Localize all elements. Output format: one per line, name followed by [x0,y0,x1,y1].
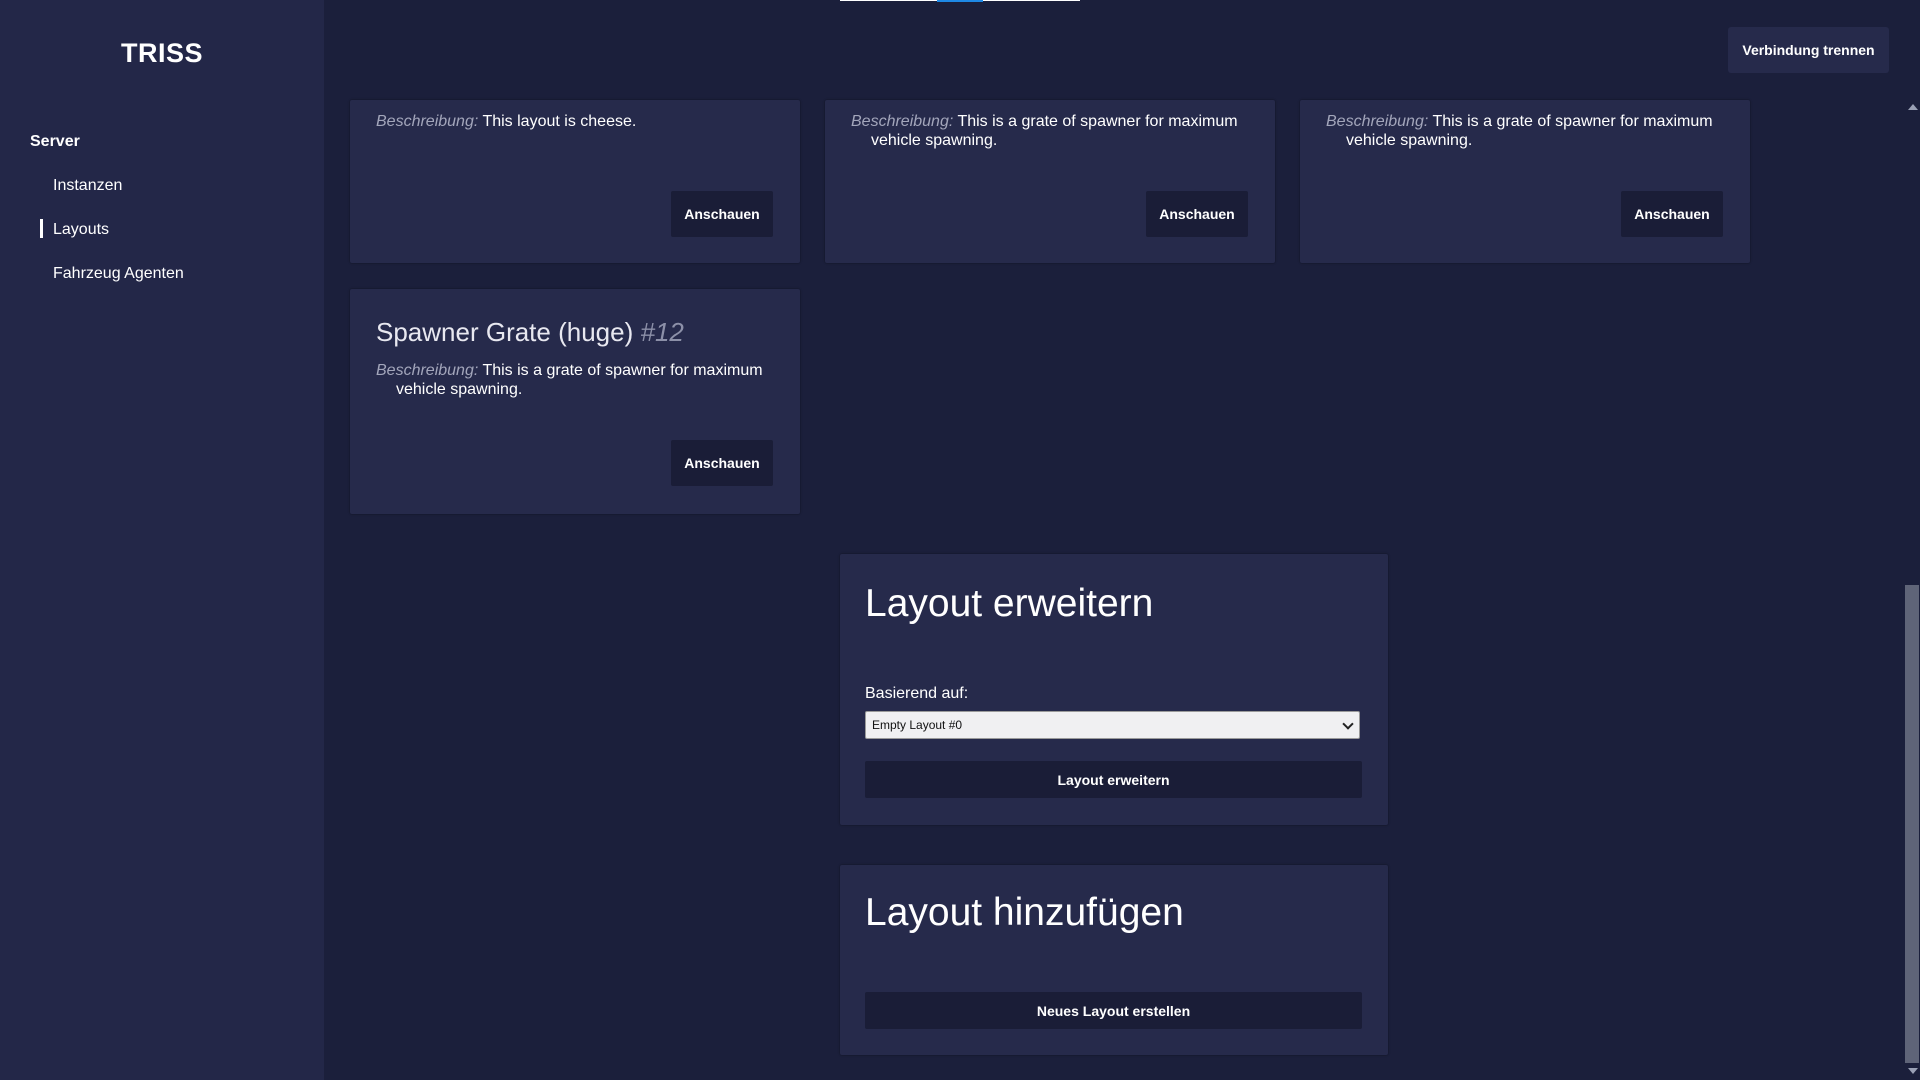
description-label: Beschreibung: [1326,113,1429,130]
panel-title: Layout erweitern [865,582,1154,625]
layout-card: Beschreibung: This is a grate of spawner… [1300,100,1750,263]
description-text: This is a grate of spawner for maximum [482,362,763,379]
sidebar-item-layouts[interactable]: Layouts [39,219,109,239]
chevron-down-icon [1342,718,1354,730]
add-layout-panel: Layout hinzufügen Neues Layout erstellen [840,865,1388,1055]
description-label: Beschreibung: [851,113,954,130]
card-title: Spawner Grate (huge) #12 [376,317,684,348]
sidebar-heading-server: Server [30,133,80,150]
scroll-up-icon[interactable] [1908,104,1918,110]
description-text: This is a grate of spawner for maximum [1432,113,1713,130]
scroll-down-icon[interactable] [1908,1068,1918,1074]
view-button[interactable]: Anschauen [1621,191,1723,237]
extend-layout-panel: Layout erweitern Basierend auf: Empty La… [840,554,1388,825]
sidebar-item-fahrzeug-agenten[interactable]: Fahrzeug Agenten [53,265,184,283]
base-layout-select[interactable]: Empty Layout #0 [865,711,1360,739]
create-layout-button[interactable]: Neues Layout erstellen [865,992,1362,1029]
view-button[interactable]: Anschauen [1146,191,1248,237]
description-text-continued: vehicle spawning. [1346,132,1473,149]
panel-title: Layout hinzufügen [865,891,1184,934]
sidebar-item-instanzen[interactable]: Instanzen [53,177,122,195]
description-text: This is a grate of spawner for maximum [957,113,1238,130]
disconnect-button[interactable]: Verbindung trennen [1728,27,1889,73]
card-description: Beschreibung: This is a grate of spawner… [1326,112,1724,150]
based-on-label: Basierend auf: [865,685,969,702]
description-label: Beschreibung: [376,113,479,130]
layout-name: Spawner Grate (huge) [376,317,634,347]
sidebar: TRISS Server Instanzen Layouts Fahrzeug … [0,0,324,1080]
layout-number: #12 [640,317,684,347]
extend-layout-button[interactable]: Layout erweitern [865,761,1362,798]
layout-card: Beschreibung: This layout is cheese. Ans… [350,100,800,263]
description-label: Beschreibung: [376,362,479,379]
view-button[interactable]: Anschauen [671,191,773,237]
selected-option: Empty Layout #0 [872,718,963,732]
card-description: Beschreibung: This layout is cheese. [376,112,774,131]
card-description: Beschreibung: This is a grate of spawner… [376,361,774,399]
layout-card: Spawner Grate (huge) #12 Beschreibung: T… [350,289,800,514]
brand-logo: TRISS [120,38,203,68]
scrollbar-thumb[interactable] [1905,585,1919,1063]
view-button[interactable]: Anschauen [671,440,773,486]
description-text: This layout is cheese. [482,113,637,130]
description-text-continued: vehicle spawning. [871,132,998,149]
layout-card: Beschreibung: This is a grate of spawner… [825,100,1275,263]
card-description: Beschreibung: This is a grate of spawner… [851,112,1249,150]
loading-indicator-accent [937,0,983,2]
description-text-continued: vehicle spawning. [396,381,523,398]
